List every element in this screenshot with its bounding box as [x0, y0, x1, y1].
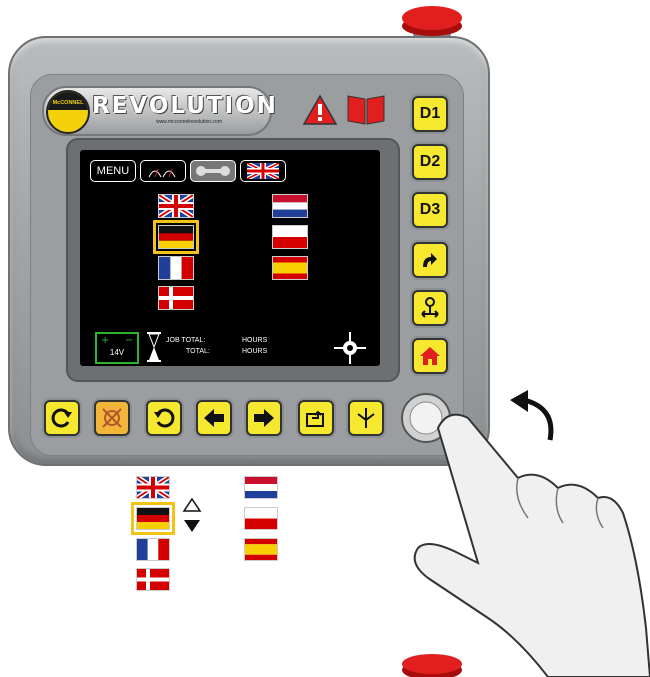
battery-icon: + −	[101, 335, 133, 346]
job-total-label: JOB TOTAL:	[166, 337, 206, 344]
tilt-button[interactable]	[412, 290, 448, 326]
manual-book-icon	[347, 95, 385, 125]
tab-gauges[interactable]	[140, 160, 186, 182]
scroll-down-triangle-icon	[184, 520, 200, 532]
mcconnel-logo: McCONNEL	[46, 90, 90, 134]
english-flag-legend	[136, 476, 170, 499]
english-flag-option[interactable]	[158, 194, 194, 218]
d1-label: D1	[419, 105, 441, 122]
d2-label: D2	[419, 153, 441, 170]
hand-illustration	[413, 413, 650, 677]
tab-settings[interactable]	[190, 160, 236, 182]
svg-text:−: −	[125, 335, 133, 346]
d1-button[interactable]: D1	[412, 96, 448, 132]
battery-indicator: + − 14V	[95, 332, 139, 364]
danish-flag-option[interactable]	[158, 286, 194, 310]
arrow-right-button[interactable]	[246, 400, 282, 436]
tab-menu-label: MENU	[96, 165, 130, 177]
dutch-flag-legend	[244, 476, 278, 499]
tab-menu[interactable]: MENU	[90, 160, 136, 182]
disabled-rotor-button[interactable]	[94, 400, 130, 436]
home-icon	[420, 347, 440, 365]
d2-button[interactable]: D2	[412, 144, 448, 180]
rotate-left-button[interactable]	[44, 400, 80, 436]
arrow-right-icon	[254, 409, 274, 427]
float-button[interactable]	[412, 242, 448, 278]
wrench-icon	[196, 166, 230, 176]
brand-badge: McCONNEL REVOLUTION www.mcconnelrevoluti…	[42, 86, 276, 136]
rotate-right-button[interactable]	[146, 400, 182, 436]
enter-button[interactable]	[298, 400, 334, 436]
german-flag-legend	[131, 502, 175, 535]
d3-label: D3	[419, 201, 441, 218]
emergency-stop-button-bottom[interactable]	[398, 654, 466, 677]
tilt-icon	[421, 297, 439, 318]
french-flag-legend	[136, 538, 170, 561]
polish-flag-option[interactable]	[272, 225, 308, 249]
logo-text: McCONNEL	[52, 100, 84, 106]
total-unit: HOURS	[242, 348, 268, 355]
arrow-left-button[interactable]	[196, 400, 232, 436]
total-label: TOTAL:	[186, 348, 210, 355]
job-total-unit: HOURS	[242, 337, 268, 344]
rotate-left-icon	[51, 408, 72, 428]
polish-flag-legend	[244, 507, 278, 530]
brand-title: REVOLUTION	[92, 93, 278, 119]
tab-language[interactable]	[240, 160, 286, 182]
uk-flag-icon	[247, 163, 279, 179]
voltage-readout: 14V	[109, 348, 125, 357]
rotate-right-icon	[154, 408, 175, 428]
enter-icon	[306, 410, 324, 427]
brand-url: www.mcconnelrevolution.com	[156, 119, 222, 125]
spanish-flag-legend	[244, 538, 278, 561]
rotor-off-icon	[102, 408, 122, 428]
axis-icon	[357, 408, 375, 428]
joystick-crosshair-icon	[334, 332, 366, 364]
scroll-up-triangle-icon	[182, 497, 202, 512]
axis-button[interactable]	[348, 400, 384, 436]
svg-text:+: +	[101, 335, 109, 346]
dutch-flag-option[interactable]	[272, 194, 308, 218]
hourglass-icon	[147, 332, 161, 362]
spanish-flag-option[interactable]	[272, 256, 308, 280]
d3-button[interactable]: D3	[412, 192, 448, 228]
home-button[interactable]	[412, 338, 448, 374]
warning-icon	[302, 94, 338, 125]
float-arrow-icon	[423, 253, 437, 267]
german-flag-option[interactable]	[153, 220, 199, 254]
gauge-icon	[148, 168, 176, 178]
french-flag-option[interactable]	[158, 256, 194, 280]
arrow-left-icon	[204, 409, 224, 427]
danish-flag-legend	[136, 568, 170, 591]
